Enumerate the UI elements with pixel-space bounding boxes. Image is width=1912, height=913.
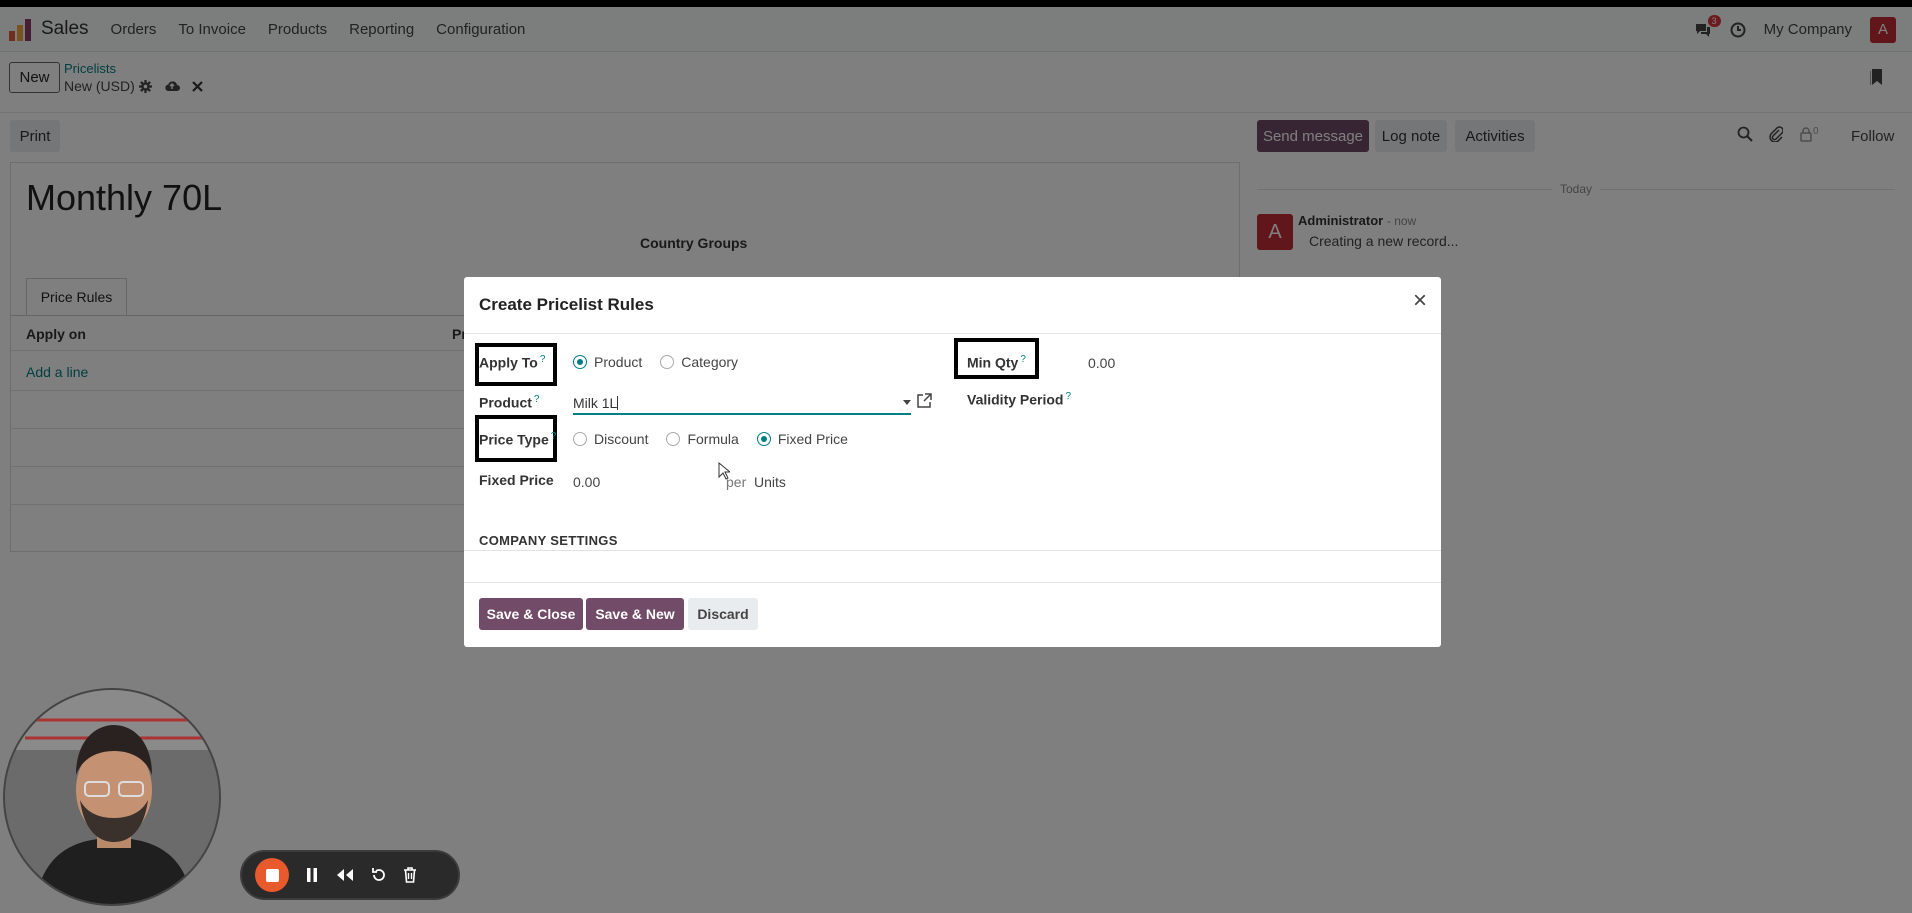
price-type-label-text: Price Type bbox=[479, 431, 549, 448]
text-cursor bbox=[617, 396, 619, 410]
uom-value[interactable]: Units bbox=[754, 474, 786, 490]
price-type-discount-label[interactable]: Discount bbox=[594, 431, 648, 447]
price-type-option-fixed[interactable]: Fixed Price bbox=[756, 431, 848, 447]
radio-selected-icon[interactable] bbox=[573, 355, 587, 369]
apply-to-option-product[interactable]: Product bbox=[573, 354, 642, 370]
radio-icon[interactable] bbox=[660, 355, 675, 369]
apply-to-option-category[interactable]: Category bbox=[660, 354, 738, 370]
help-icon[interactable]: ? bbox=[540, 354, 546, 365]
help-icon[interactable]: ? bbox=[1020, 354, 1026, 365]
price-type-radio-group: Discount Formula Fixed Price bbox=[573, 431, 866, 447]
price-type-label: Price Type? bbox=[479, 431, 556, 448]
discard-button[interactable]: Discard bbox=[688, 598, 758, 630]
help-icon[interactable]: ? bbox=[1065, 391, 1071, 402]
product-value[interactable]: Milk 1L bbox=[573, 395, 617, 411]
section-divider bbox=[464, 550, 1441, 551]
rewind-icon[interactable] bbox=[335, 868, 355, 882]
dialog-header-divider bbox=[464, 333, 1441, 334]
apply-to-product-label[interactable]: Product bbox=[594, 354, 642, 370]
external-link-icon[interactable] bbox=[916, 393, 932, 414]
create-pricelist-rules-dialog: Create Pricelist Rules × bbox=[464, 277, 1441, 647]
stop-icon bbox=[265, 868, 279, 882]
product-field[interactable]: Milk 1L bbox=[573, 393, 911, 415]
company-settings-heading: COMPANY SETTINGS bbox=[479, 533, 618, 548]
min-qty-label: Min Qty? bbox=[967, 354, 1026, 371]
apply-to-category-label[interactable]: Category bbox=[681, 354, 738, 370]
radio-selected-icon[interactable] bbox=[756, 432, 771, 446]
help-icon[interactable]: ? bbox=[534, 394, 540, 405]
fixed-price-label: Fixed Price bbox=[479, 472, 554, 488]
price-type-option-formula[interactable]: Formula bbox=[666, 431, 739, 447]
radio-icon[interactable] bbox=[573, 432, 587, 446]
product-label-text: Product bbox=[479, 394, 532, 411]
close-icon[interactable]: × bbox=[1413, 289, 1427, 313]
save-close-button[interactable]: Save & Close bbox=[479, 598, 583, 630]
save-new-button[interactable]: Save & New bbox=[586, 598, 684, 630]
price-type-fixed-label[interactable]: Fixed Price bbox=[778, 431, 848, 447]
validity-period-label: Validity Period? bbox=[967, 391, 1071, 408]
chevron-down-icon[interactable] bbox=[903, 400, 911, 405]
pause-icon[interactable] bbox=[305, 867, 319, 883]
webcam-preview bbox=[3, 688, 221, 906]
fixed-price-input[interactable]: 0.00 bbox=[573, 474, 600, 490]
validity-period-label-text: Validity Period bbox=[967, 391, 1064, 408]
dialog-footer-divider bbox=[464, 582, 1441, 583]
help-icon[interactable]: ? bbox=[551, 431, 557, 442]
trash-icon[interactable] bbox=[403, 867, 417, 883]
screen-recorder-controls bbox=[240, 850, 460, 900]
stop-recording-button[interactable] bbox=[255, 858, 289, 892]
apply-to-label-text: Apply To bbox=[479, 354, 538, 371]
price-type-formula-label[interactable]: Formula bbox=[687, 431, 738, 447]
dialog-title: Create Pricelist Rules bbox=[479, 295, 654, 314]
restart-icon[interactable] bbox=[371, 867, 387, 883]
min-qty-label-text: Min Qty bbox=[967, 354, 1019, 371]
apply-to-radio-group: Product Category bbox=[573, 354, 756, 370]
price-type-option-discount[interactable]: Discount bbox=[573, 431, 648, 447]
mouse-cursor-icon bbox=[718, 461, 732, 485]
min-qty-input[interactable]: 0.00 bbox=[1088, 355, 1115, 371]
product-label: Product? bbox=[479, 394, 539, 411]
apply-to-label: Apply To? bbox=[479, 354, 545, 371]
radio-icon[interactable] bbox=[666, 432, 681, 446]
